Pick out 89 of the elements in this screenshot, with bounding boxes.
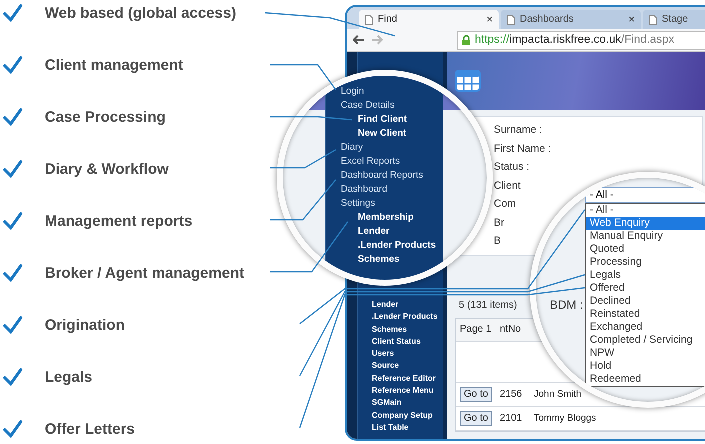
menu-item[interactable]: Login bbox=[341, 85, 443, 99]
dropdown-option[interactable]: Reinstated bbox=[586, 308, 705, 321]
address-bar[interactable]: https://impacta.riskfree.co.uk/Find.aspx bbox=[457, 30, 705, 50]
table-cell-text: 2156 bbox=[499, 388, 524, 400]
menu-item[interactable]: Reference Menu bbox=[372, 385, 443, 398]
check-icon bbox=[3, 264, 23, 282]
check-icon bbox=[3, 108, 23, 126]
menu-item[interactable]: Membership bbox=[341, 211, 443, 225]
feature-label: Management reports bbox=[45, 212, 193, 230]
table-icon bbox=[455, 70, 481, 92]
back-icon[interactable] bbox=[353, 35, 365, 45]
dropdown-option[interactable]: Declined bbox=[586, 295, 705, 308]
menu-item[interactable]: Company Setup bbox=[372, 410, 443, 422]
feature-label: Origination bbox=[45, 316, 125, 334]
page-icon bbox=[507, 14, 515, 24]
menu-item[interactable]: Schemes bbox=[372, 324, 443, 336]
feature-label: Client management bbox=[45, 56, 184, 74]
field-label: Br bbox=[494, 216, 504, 230]
go-to-button[interactable]: Go to bbox=[460, 410, 492, 426]
check-icon bbox=[3, 4, 23, 22]
menu-item[interactable]: Dashboard Reports bbox=[341, 169, 443, 183]
dropdown-option[interactable]: Manual Enquiry bbox=[586, 230, 705, 243]
leader-line bbox=[270, 64, 336, 90]
menu-item[interactable]: List Table bbox=[372, 422, 443, 434]
menu-item[interactable]: Case Details bbox=[341, 99, 443, 113]
table-cell-text: John Smith bbox=[533, 388, 582, 400]
close-icon[interactable]: × bbox=[486, 14, 493, 26]
field-label: B bbox=[494, 234, 502, 249]
column-header: ntNo bbox=[499, 324, 522, 335]
check-icon bbox=[3, 316, 23, 334]
browser-tab[interactable]: Stage bbox=[643, 10, 705, 29]
menu-item[interactable]: .Lender Products bbox=[341, 239, 443, 253]
dropdown-option[interactable]: Legals bbox=[586, 269, 705, 282]
menu-item[interactable]: SGMain bbox=[372, 397, 443, 410]
dropdown-option[interactable]: Offered bbox=[586, 282, 705, 295]
menu-item[interactable]: Settings bbox=[341, 197, 443, 211]
menu-item[interactable]: Find Client bbox=[341, 113, 443, 127]
dropdown-option[interactable]: Hold bbox=[586, 360, 705, 373]
dropdown-option[interactable]: Quoted bbox=[586, 243, 705, 256]
url-text: https://impacta.riskfree.co.uk/Find.aspx bbox=[475, 34, 674, 46]
menu-item[interactable]: Diary bbox=[341, 141, 443, 155]
dropdown-option[interactable]: Redeemed bbox=[586, 373, 705, 386]
dropdown-option[interactable]: - All - bbox=[586, 204, 705, 217]
check-icon bbox=[3, 420, 23, 438]
column-header: Page 1 bbox=[459, 324, 493, 335]
feature-label: Broker / Agent management bbox=[45, 264, 244, 282]
dropdown-option[interactable]: Completed / Servicing bbox=[586, 334, 705, 347]
status-select[interactable]: - All - bbox=[585, 187, 705, 203]
menu-item[interactable]: .Lender Products bbox=[372, 311, 443, 324]
feature-label: Case Processing bbox=[45, 108, 166, 126]
leader-line bbox=[270, 149, 336, 169]
field-label: Com bbox=[494, 197, 516, 212]
field-label: BDM : bbox=[550, 298, 584, 312]
field-label: Client bbox=[494, 178, 521, 194]
field-label: First Name : bbox=[494, 142, 552, 156]
field-label: Surname : bbox=[494, 123, 542, 138]
feature-label: Offer Letters bbox=[45, 420, 136, 438]
menu-item[interactable]: Reference Editor bbox=[372, 372, 443, 386]
feature-label: Legals bbox=[45, 368, 93, 386]
menu-item[interactable]: Dashboard bbox=[341, 183, 443, 197]
table-cell-text: Tommy Bloggs bbox=[533, 412, 596, 424]
menu-item[interactable]: Client Status bbox=[372, 336, 443, 348]
dropdown-option[interactable]: Processing bbox=[586, 256, 705, 269]
field-label: Status : bbox=[494, 160, 530, 175]
page-icon bbox=[365, 14, 373, 24]
lock-icon bbox=[462, 34, 471, 46]
menu-item[interactable]: Excel Reports bbox=[341, 155, 443, 169]
menu-item[interactable]: New Client bbox=[341, 127, 443, 141]
results-count: 5 (131 items) bbox=[459, 300, 518, 310]
page-icon bbox=[649, 14, 657, 24]
feature-label: Web based (global access) bbox=[45, 4, 236, 22]
dropdown-option[interactable]: Exchanged bbox=[586, 321, 705, 334]
dropdown-option[interactable]: Web Enquiry bbox=[586, 217, 705, 230]
menu-item[interactable]: Lender bbox=[341, 225, 443, 239]
check-icon bbox=[3, 212, 23, 230]
go-to-button[interactable]: Go to bbox=[460, 386, 492, 402]
menu-item[interactable]: Source bbox=[372, 360, 443, 373]
feature-label: Diary & Workflow bbox=[45, 160, 169, 178]
check-icon bbox=[3, 56, 23, 74]
menu-item[interactable]: Lender bbox=[372, 299, 443, 312]
browser-tab[interactable]: Find × bbox=[359, 10, 499, 29]
browser-tab[interactable]: Dashboards × bbox=[501, 10, 641, 29]
check-icon bbox=[3, 368, 23, 386]
check-icon bbox=[3, 160, 23, 178]
menu-item[interactable]: Schemes bbox=[341, 253, 443, 267]
close-icon[interactable]: × bbox=[628, 14, 635, 26]
menu-item[interactable]: Users bbox=[372, 348, 443, 360]
table-cell-text: 2101 bbox=[499, 412, 524, 424]
dropdown-option[interactable]: NPW bbox=[586, 347, 705, 360]
